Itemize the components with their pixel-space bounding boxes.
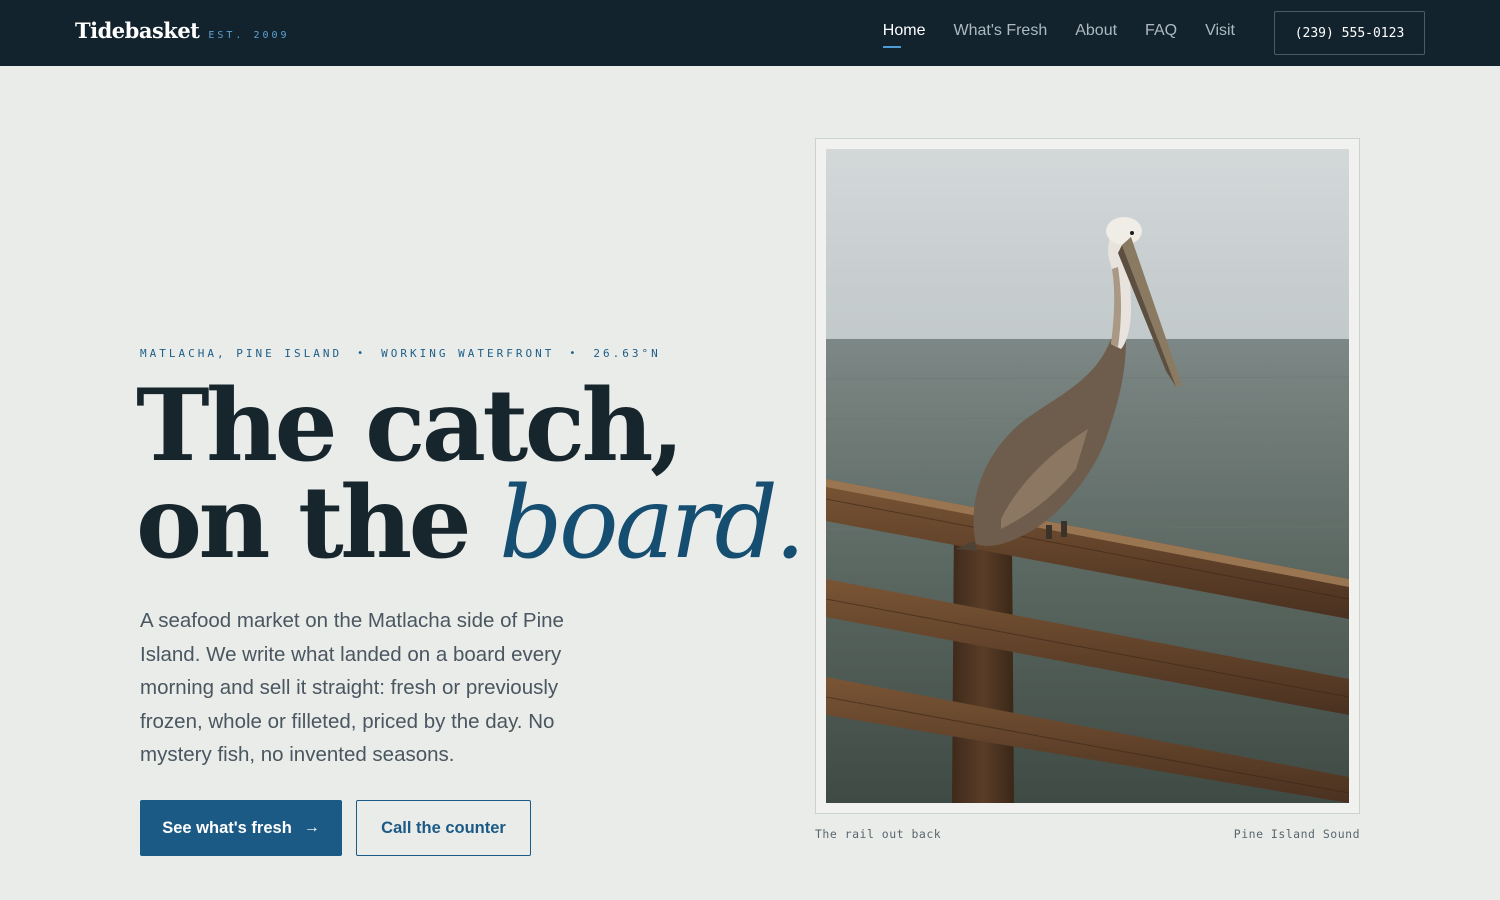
brand-name: Tidebasket	[75, 18, 200, 43]
nav-links: Home What's Fresh About FAQ Visit	[855, 22, 1235, 48]
eyebrow-latitude: 26.63°N	[593, 347, 661, 360]
nav-link-home[interactable]: Home	[882, 22, 925, 48]
photo-caption-right: Pine Island Sound	[1233, 827, 1360, 841]
photo-frame	[815, 138, 1360, 814]
eyebrow-separator: •	[357, 348, 367, 359]
phone-button[interactable]: (239) 555-0123	[1274, 11, 1425, 55]
pelican-on-rail-photo	[826, 149, 1349, 803]
eyebrow-separator: •	[569, 348, 579, 359]
hero-description: A seafood market on the Matlacha side of…	[140, 609, 564, 767]
hero-headline: The catch, on the board.	[136, 377, 806, 574]
brand-established: EST. 2009	[208, 30, 290, 41]
see-whats-fresh-button[interactable]: See what's fresh →	[140, 800, 342, 856]
headline-accent: board.	[499, 466, 806, 581]
arrow-right-icon: →	[303, 819, 320, 836]
nav-link-visit[interactable]: Visit	[1205, 22, 1235, 40]
headline-line-2: on the	[136, 465, 500, 581]
photo-caption-left: The rail out back	[815, 827, 942, 841]
nav-link-whats-fresh[interactable]: What's Fresh	[953, 22, 1047, 40]
brand-logo[interactable]: Tidebasket EST. 2009	[75, 18, 290, 43]
hero-eyebrow: MATLACHA, PINE ISLAND • WORKING WATERFRO…	[140, 347, 661, 360]
nav-link-faq[interactable]: FAQ	[1145, 22, 1177, 40]
eyebrow-location: MATLACHA, PINE ISLAND	[140, 347, 343, 360]
top-nav: Tidebasket EST. 2009 Home What's Fresh A…	[0, 0, 1500, 66]
eyebrow-tagline: WORKING WATERFRONT	[381, 347, 555, 360]
call-the-counter-button[interactable]: Call the counter	[356, 800, 531, 856]
see-whats-fresh-label: See what's fresh	[162, 818, 292, 837]
nav-link-about[interactable]: About	[1075, 22, 1117, 40]
